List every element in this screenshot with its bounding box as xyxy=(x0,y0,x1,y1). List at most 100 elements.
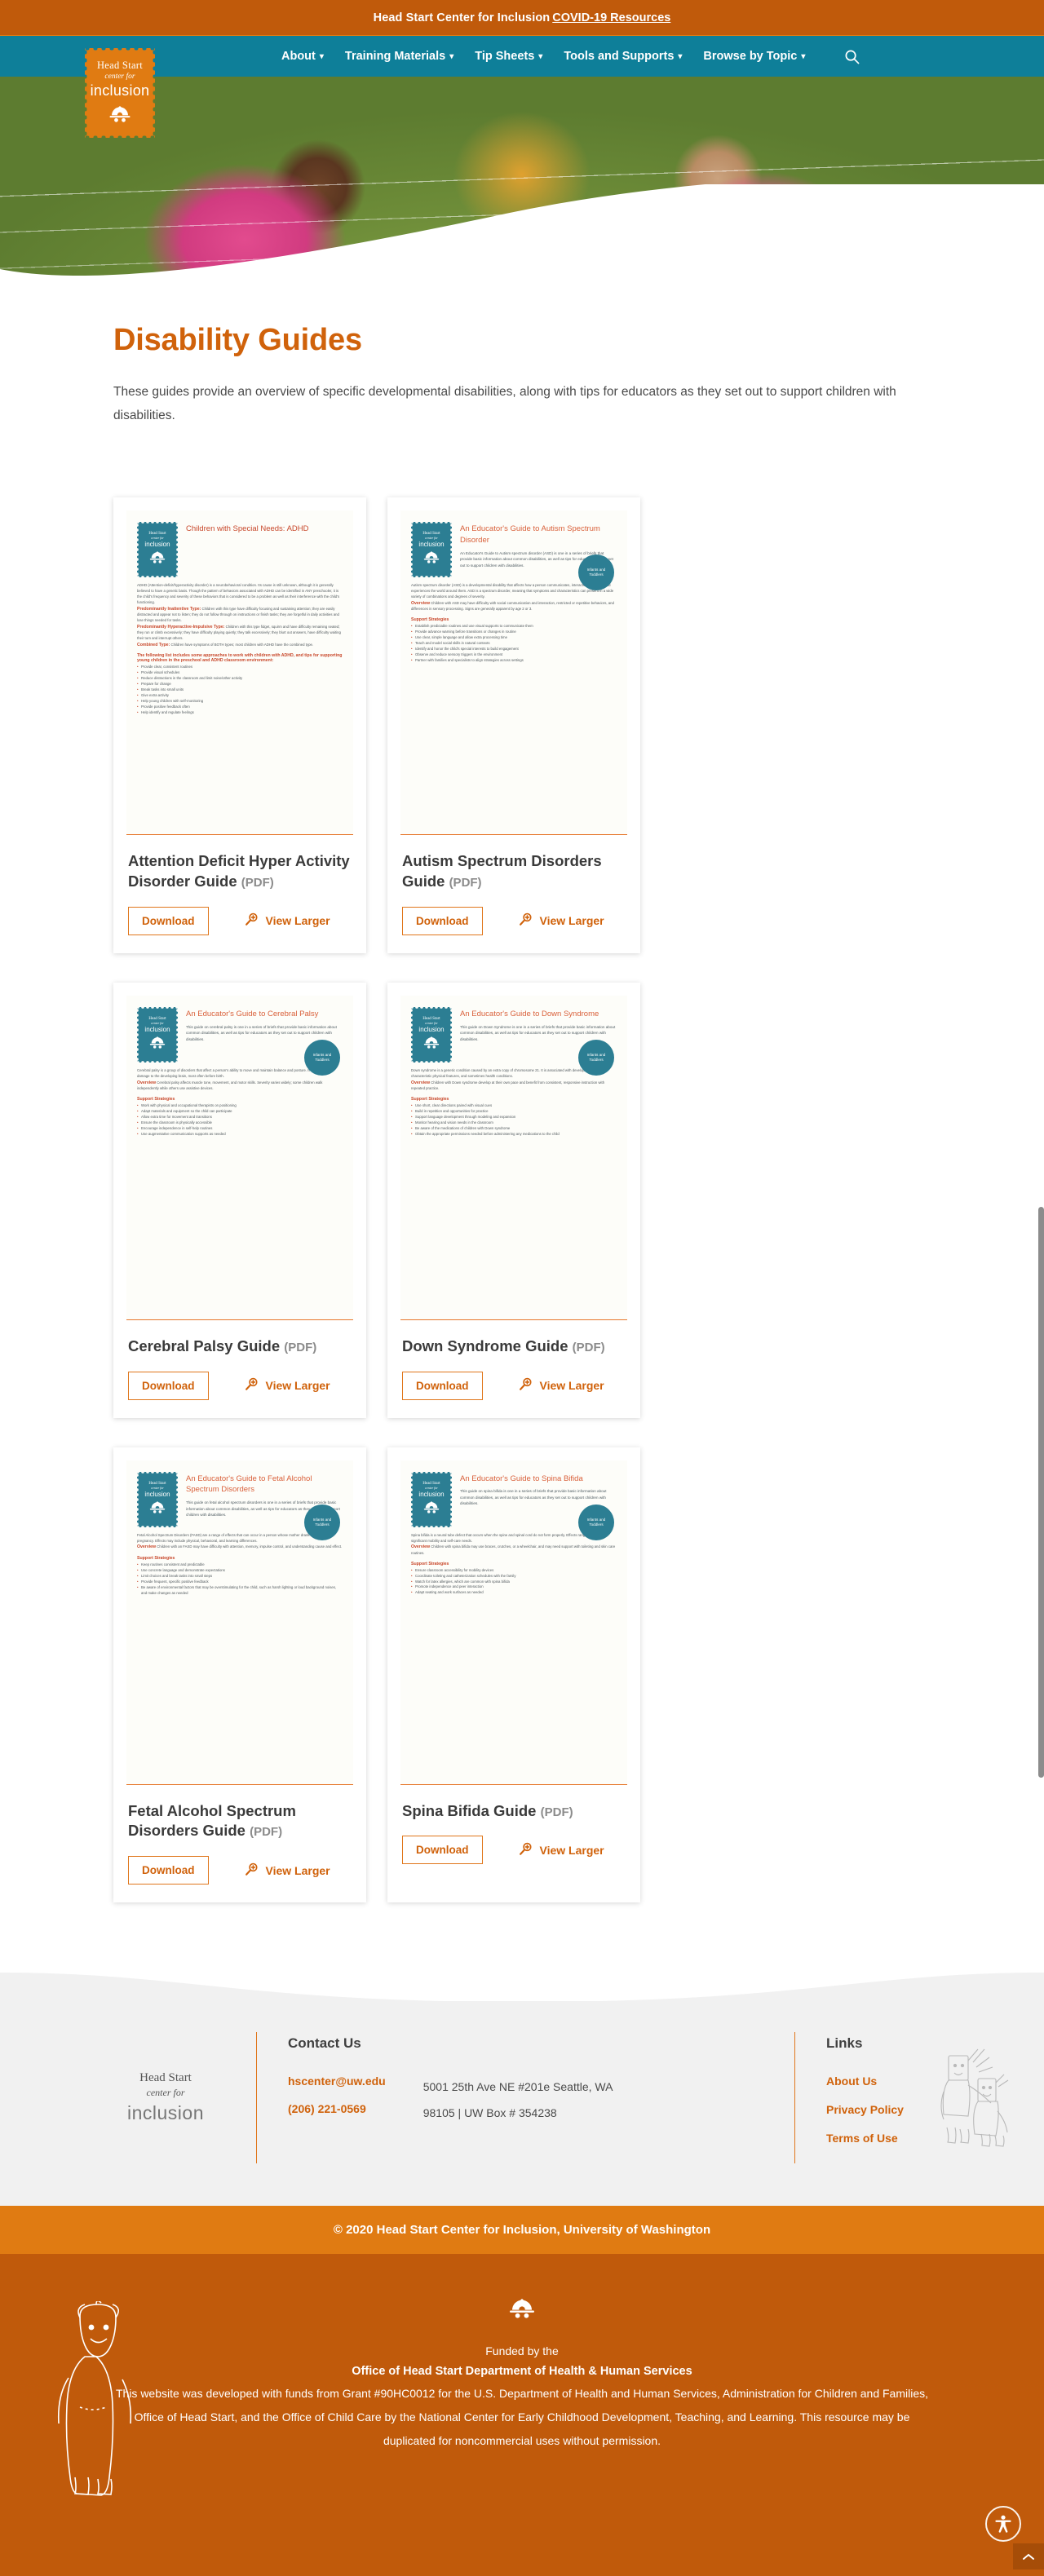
pdf-suffix: (PDF) xyxy=(250,1825,283,1840)
hero-wire-lines xyxy=(0,77,1044,281)
copyright-bar: © 2020 Head Start Center for Inclusion, … xyxy=(0,2206,1044,2255)
preview-section: Predominantly Hyperactive-Impulsive Type… xyxy=(137,624,343,642)
footer-logo-line-1: Head Start xyxy=(139,2071,192,2085)
wagon-icon xyxy=(507,2298,537,2323)
preview-title: An Educator's Guide to Cerebral Palsy xyxy=(186,1009,319,1018)
logo-line-1: Head Start xyxy=(96,60,144,71)
preview-list: Provide clear, consistent routinesProvid… xyxy=(137,665,343,716)
view-larger-link[interactable]: View Larger xyxy=(519,1842,604,1858)
page-header: Disability Guides These guides provide a… xyxy=(0,281,1044,427)
search-icon[interactable] xyxy=(844,49,860,64)
download-button[interactable]: Download xyxy=(128,1371,209,1400)
wagon-icon xyxy=(422,1036,440,1053)
links-heading: Links xyxy=(826,2035,863,2052)
thumb-logo-line-3: inclusion xyxy=(144,1490,170,1498)
preview-list-item: Be aware of environmental factors that m… xyxy=(137,1585,343,1597)
preview-list: Use short, clear directions paired with … xyxy=(411,1103,617,1138)
preview-list-item: Allow extra time for movement and transi… xyxy=(137,1115,343,1120)
chevron-down-icon: ▾ xyxy=(319,52,324,61)
main-navigation: About ▾ Training Materials ▾ Tip Sheets … xyxy=(0,36,1044,77)
accessibility-icon[interactable] xyxy=(985,2506,1021,2543)
preview-list-item: Provide clear, consistent routines xyxy=(137,665,343,670)
thumb-logo-line-3: inclusion xyxy=(418,541,445,549)
preview-section-body: Children have symptoms of BOTH types; mo… xyxy=(170,642,314,647)
contact-email-link[interactable]: hscenter@uw.edu xyxy=(288,2074,386,2088)
pdf-thumbnail[interactable]: Head Start center for inclusion An Educa… xyxy=(126,1460,353,1785)
thumb-logo-line-2: center for xyxy=(151,536,164,541)
covid-resources-link[interactable]: COVID-19 Resources xyxy=(552,11,670,24)
thumbnail-logo-stamp: Head Start center for inclusion xyxy=(137,522,178,578)
preview-list-item: Reduce distractions in the classroom and… xyxy=(137,676,343,682)
view-larger-link[interactable]: View Larger xyxy=(519,912,604,929)
pdf-suffix: (PDF) xyxy=(241,876,274,890)
nav-item-list: About ▾ Training Materials ▾ Tip Sheets … xyxy=(281,49,860,64)
pdf-thumbnail[interactable]: Head Start center for inclusion An Educa… xyxy=(126,995,353,1320)
preview-audience-badge: Infants and Toddlers xyxy=(304,1504,340,1540)
nav-item-browse-by-topic[interactable]: Browse by Topic ▾ xyxy=(703,50,805,63)
footer-link-about-us[interactable]: About Us xyxy=(826,2074,904,2088)
card-actions: Download View Larger xyxy=(402,1371,626,1400)
footer-link-terms-of-use[interactable]: Terms of Use xyxy=(826,2132,904,2145)
card-actions: Download View Larger xyxy=(128,906,352,935)
view-larger-link[interactable]: View Larger xyxy=(519,1377,604,1394)
preview-list-item: Build in repetition and opportunities fo… xyxy=(411,1109,617,1115)
download-button[interactable]: Download xyxy=(402,1371,483,1400)
card-actions: Download View Larger xyxy=(402,906,626,935)
contact-phone-link[interactable]: (206) 221-0569 xyxy=(288,2102,386,2115)
preview-list-item: Break tasks into small units xyxy=(137,687,343,693)
thumbnail-logo-stamp: Head Start center for inclusion xyxy=(411,1471,452,1527)
view-larger-link[interactable]: View Larger xyxy=(245,912,330,929)
preview-list-item: Work with physical and occupational ther… xyxy=(137,1103,343,1109)
page-scrollbar[interactable] xyxy=(1038,1207,1044,1778)
card-title-text: Spina Bifida Guide xyxy=(402,1801,537,1819)
logo-line-2: center for xyxy=(104,73,135,81)
nav-item-tools-and-supports[interactable]: Tools and Supports ▾ xyxy=(564,50,682,63)
preview-list-heading: Support Strategies xyxy=(137,1555,175,1561)
pdf-thumbnail[interactable]: Head Start center for inclusion An Educa… xyxy=(400,510,627,836)
preview-list-item: Encourage independence in self-help rout… xyxy=(137,1126,343,1132)
preview-section: Predominantly Inattentive Type: Children… xyxy=(137,606,343,624)
footer-link-privacy-policy[interactable]: Privacy Policy xyxy=(826,2103,904,2116)
pdf-thumbnail[interactable]: Head Start center for inclusion An Educa… xyxy=(400,1460,627,1785)
download-button[interactable]: Download xyxy=(402,1836,483,1865)
view-larger-link[interactable]: View Larger xyxy=(245,1377,330,1394)
contact-heading: Contact Us xyxy=(288,2035,361,2052)
download-button[interactable]: Download xyxy=(402,906,483,935)
thumbnail-logo-stamp: Head Start center for inclusion xyxy=(411,1006,452,1063)
card-title: Cerebral Palsy Guide (PDF) xyxy=(128,1337,352,1357)
card-title-text: Autism Spectrum Disorders Guide xyxy=(402,852,602,890)
download-button[interactable]: Download xyxy=(128,1856,209,1885)
preview-section-heading: Overview xyxy=(137,1544,157,1550)
nav-item-tip-sheets[interactable]: Tip Sheets ▾ xyxy=(475,50,542,63)
preview-section-heading: Overview xyxy=(411,1080,431,1085)
preview-title: Children with Special Needs: ADHD xyxy=(186,524,309,534)
preview-section-body: Children with an FASD may have difficult… xyxy=(157,1544,343,1549)
card-actions: Download View Larger xyxy=(128,1371,352,1400)
card-actions: Download View Larger xyxy=(402,1836,626,1865)
preview-list-item: Prepare for change xyxy=(137,682,343,687)
preview-section-body: Cerebral palsy affects muscle tone, move… xyxy=(137,1080,323,1090)
view-larger-label: View Larger xyxy=(539,1843,604,1857)
preview-list-item: Provide frequent, specific positive feed… xyxy=(137,1580,343,1585)
nav-item-training-materials[interactable]: Training Materials ▾ xyxy=(345,50,453,63)
preview-list-item: Provide visual schedules xyxy=(137,670,343,676)
download-button[interactable]: Download xyxy=(128,906,209,935)
preview-list-item: Help young children with self-monitoring xyxy=(137,699,343,705)
guide-card: Head Start center for inclusion An Educa… xyxy=(113,982,366,1418)
preview-list-item: Use concrete language and demonstrate ex… xyxy=(137,1568,343,1574)
view-larger-label: View Larger xyxy=(265,1379,330,1393)
site-logo[interactable]: Head Start center for inclusion xyxy=(85,48,155,138)
wagon-icon xyxy=(108,106,132,126)
nav-item-about[interactable]: About ▾ xyxy=(281,50,324,63)
pdf-thumbnail[interactable]: Head Start center for inclusion An Educa… xyxy=(400,995,627,1320)
preview-section-heading: Predominantly Inattentive Type: xyxy=(137,606,201,612)
pdf-thumbnail[interactable]: Head Start center for inclusion Children… xyxy=(126,510,353,836)
preview-list-item: Use short, clear directions paired with … xyxy=(411,1103,617,1109)
view-larger-link[interactable]: View Larger xyxy=(245,1862,330,1879)
wagon-icon xyxy=(148,551,166,568)
preview-list-item: Provide advance warning before transitio… xyxy=(411,630,617,635)
preview-list-item: Promote independence and peer interactio… xyxy=(411,1584,617,1590)
scroll-to-top-button[interactable] xyxy=(1013,2543,1044,2570)
preview-section: Overview Cerebral palsy affects muscle t… xyxy=(137,1080,343,1092)
preview-section: Overview Children with ASD may have diff… xyxy=(411,600,617,612)
